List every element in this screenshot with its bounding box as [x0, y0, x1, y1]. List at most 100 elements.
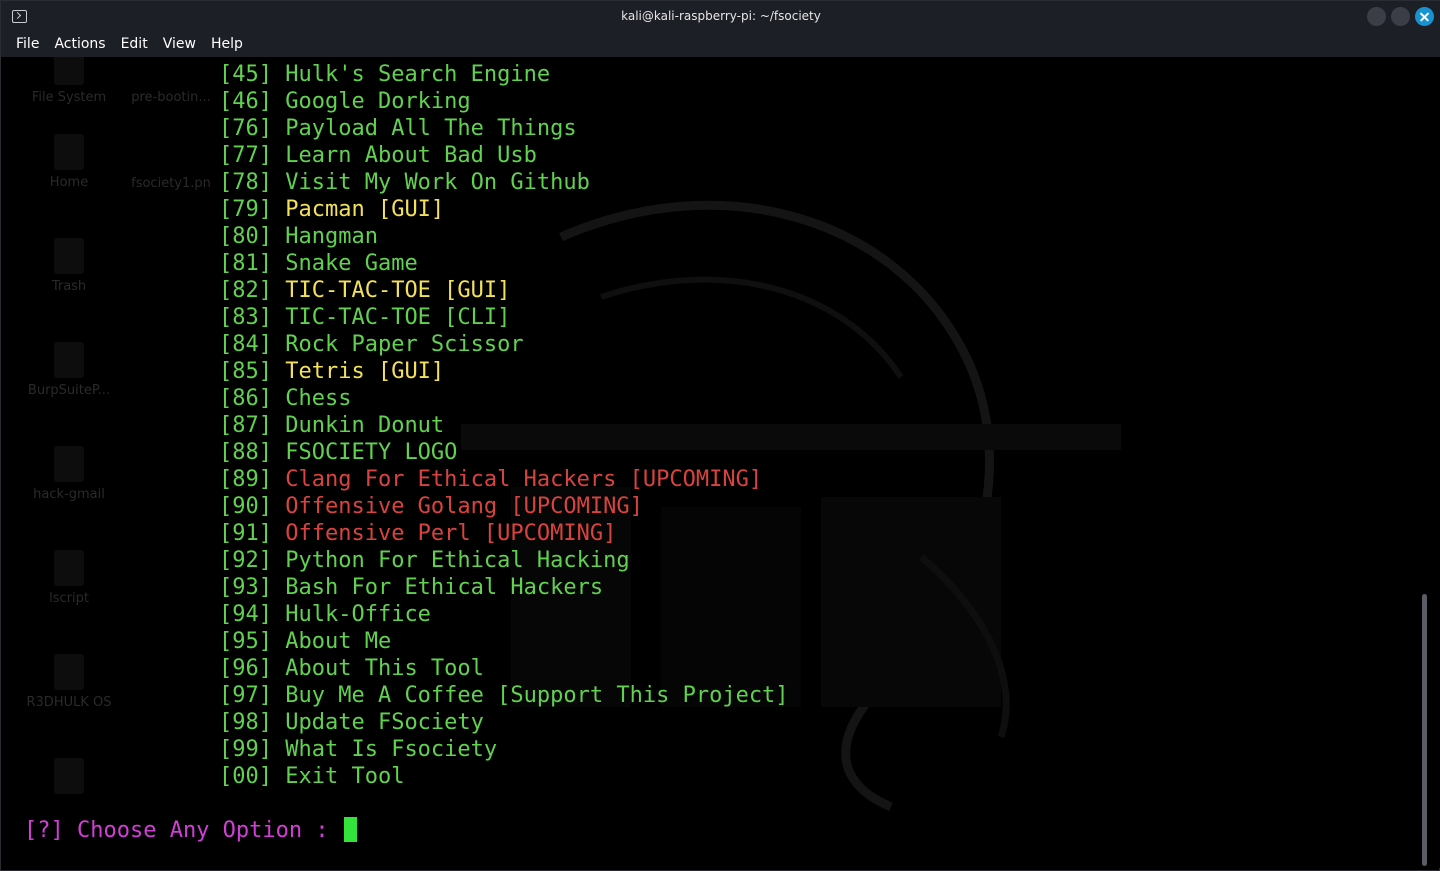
prompt-text: [?] Choose Any Option :: [24, 818, 342, 843]
option-number: [00]: [219, 764, 272, 789]
menu-option: [98] Update FSociety: [219, 709, 789, 736]
option-label: TIC-TAC-TOE [GUI]: [285, 278, 511, 303]
menu-option: [86] Chess: [219, 385, 789, 412]
option-label: Payload All The Things: [285, 116, 577, 141]
option-label: Hangman: [285, 224, 378, 249]
option-number: [88]: [219, 440, 272, 465]
menu-option: [87] Dunkin Donut: [219, 412, 789, 439]
menu-option: [90] Offensive Golang [UPCOMING]: [219, 493, 789, 520]
menu-option: [84] Rock Paper Scissor: [219, 331, 789, 358]
option-label: Python For Ethical Hacking: [285, 548, 630, 573]
option-number: [97]: [219, 683, 272, 708]
menu-view[interactable]: View: [163, 32, 196, 57]
option-label: Exit Tool: [285, 764, 405, 789]
option-number: [90]: [219, 494, 272, 519]
menu-option: [79] Pacman [GUI]: [219, 196, 789, 223]
window-title: kali@kali-raspberry-pi: ~/fsociety: [621, 9, 821, 23]
option-number: [99]: [219, 737, 272, 762]
desktop-icon-fsociety-png: fsociety1.pn: [116, 153, 226, 191]
menu-option: [85] Tetris [GUI]: [219, 358, 789, 385]
option-label: Offensive Golang [UPCOMING]: [285, 494, 643, 519]
terminal-window: kali@kali-raspberry-pi: ~/fsociety File …: [0, 0, 1440, 871]
option-label: Hulk's Search Engine: [285, 62, 551, 87]
menu-option: [76] Payload All The Things: [219, 115, 789, 142]
terminal-output[interactable]: File System pre-bootin... Home fsociety1…: [1, 57, 1440, 868]
scrollbar-thumb[interactable]: [1422, 594, 1427, 866]
menu-bar: File Actions Edit View Help: [1, 32, 1440, 57]
option-number: [87]: [219, 413, 272, 438]
close-button[interactable]: [1415, 7, 1434, 26]
option-label: Tetris [GUI]: [285, 359, 445, 384]
option-label: Offensive Perl [UPCOMING]: [285, 521, 617, 546]
option-number: [98]: [219, 710, 272, 735]
option-number: [77]: [219, 143, 272, 168]
menu-option: [80] Hangman: [219, 223, 789, 250]
option-number: [86]: [219, 386, 272, 411]
option-label: About Me: [285, 629, 392, 654]
option-label: Clang For Ethical Hackers [UPCOMING]: [285, 467, 763, 492]
option-number: [45]: [219, 62, 272, 87]
folder-icon: [54, 134, 84, 170]
option-label: What Is Fsociety: [285, 737, 498, 762]
menu-option: [97] Buy Me A Coffee [Support This Proje…: [219, 682, 789, 709]
option-label: Snake Game: [285, 251, 418, 276]
title-bar[interactable]: kali@kali-raspberry-pi: ~/fsociety: [1, 1, 1440, 32]
desktop-icon-trash: Trash: [14, 238, 124, 294]
menu-help[interactable]: Help: [211, 32, 243, 57]
option-number: [80]: [219, 224, 272, 249]
option-label: Pacman [GUI]: [285, 197, 445, 222]
menu-option: [94] Hulk-Office: [219, 601, 789, 628]
option-label: FSOCIETY LOGO: [285, 440, 458, 465]
option-number: [96]: [219, 656, 272, 681]
option-number: [94]: [219, 602, 272, 627]
option-label: Hulk-Office: [285, 602, 431, 627]
menu-option: [99] What Is Fsociety: [219, 736, 789, 763]
option-label: TIC-TAC-TOE [CLI]: [285, 305, 511, 330]
desktop-icon-home: Home: [14, 134, 124, 190]
menu-option: [88] FSOCIETY LOGO: [219, 439, 789, 466]
menu-option: [89] Clang For Ethical Hackers [UPCOMING…: [219, 466, 789, 493]
desktop-icon-lscript: lscript: [14, 550, 124, 606]
menu-option: [00] Exit Tool: [219, 763, 789, 790]
option-number: [78]: [219, 170, 272, 195]
file-icon: [156, 57, 186, 85]
drive-icon: [54, 57, 84, 85]
option-label: Chess: [285, 386, 352, 411]
option-label: Google Dorking: [285, 89, 471, 114]
option-number: [92]: [219, 548, 272, 573]
command-prompt[interactable]: [?] Choose Any Option :: [24, 817, 357, 844]
menu-option: [82] TIC-TAC-TOE [GUI]: [219, 277, 789, 304]
option-label: Bash For Ethical Hackers: [285, 575, 604, 600]
menu-file[interactable]: File: [16, 32, 39, 57]
option-number: [81]: [219, 251, 272, 276]
option-label: Buy Me A Coffee [Support This Project]: [285, 683, 789, 708]
menu-option: [77] Learn About Bad Usb: [219, 142, 789, 169]
option-label: Rock Paper Scissor: [285, 332, 524, 357]
menu-option: [93] Bash For Ethical Hackers: [219, 574, 789, 601]
option-number: [85]: [219, 359, 272, 384]
menu-actions[interactable]: Actions: [54, 32, 105, 57]
menu-option: [81] Snake Game: [219, 250, 789, 277]
option-number: [46]: [219, 89, 272, 114]
menu-option: [78] Visit My Work On Github: [219, 169, 789, 196]
folder-icon: [54, 342, 84, 378]
text-cursor: [343, 817, 357, 842]
option-label: Dunkin Donut: [285, 413, 445, 438]
menu-option: [45] Hulk's Search Engine: [219, 61, 789, 88]
option-number: [79]: [219, 197, 272, 222]
minimize-button[interactable]: [1367, 7, 1386, 26]
option-number: [83]: [219, 305, 272, 330]
menu-option: [83] TIC-TAC-TOE [CLI]: [219, 304, 789, 331]
desktop-icon-file-system: File System: [14, 57, 124, 105]
option-number: [76]: [219, 116, 272, 141]
folder-icon: [54, 654, 84, 690]
menu-option: [46] Google Dorking: [219, 88, 789, 115]
option-number: [89]: [219, 467, 272, 492]
trash-icon: [54, 238, 84, 274]
image-icon: [156, 153, 186, 171]
maximize-button[interactable]: [1391, 7, 1410, 26]
menu-edit[interactable]: Edit: [121, 32, 148, 57]
desktop-icon-pre-booting: pre-bootin...: [116, 57, 226, 105]
desktop-icon-folder: [14, 758, 124, 794]
folder-icon: [54, 758, 84, 794]
